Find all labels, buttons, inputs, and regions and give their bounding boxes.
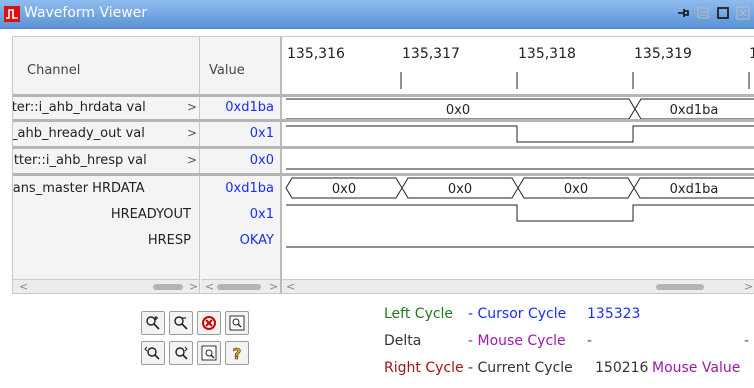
channel-value: 0xd1ba (225, 181, 274, 196)
scroll-thumb[interactable] (217, 284, 261, 290)
zoom-out-button[interactable] (169, 311, 193, 335)
value-column-header: Value (209, 63, 245, 78)
title-bar: Waveform Viewer (0, 0, 754, 29)
pin-icon[interactable] (676, 6, 690, 20)
mouse-value-readout: - (744, 333, 750, 349)
window-title: Waveform Viewer (24, 5, 148, 21)
scroll-left-arrow[interactable]: < (286, 280, 295, 293)
scroll-thumb[interactable] (656, 284, 704, 290)
channel-value: 0x0 (249, 153, 274, 168)
channel-value: OKAY (239, 233, 274, 248)
zoom-area-button[interactable] (197, 341, 221, 365)
current-cycle-label: - Current Cycle (468, 360, 573, 376)
channel-column-header: Channel (27, 63, 81, 78)
right-cycle-label: Right Cycle (384, 360, 464, 376)
channel-value: 0x1 (249, 207, 274, 222)
timeline-ticks (400, 72, 750, 89)
scroll-right-arrow[interactable]: > (189, 280, 198, 293)
channel-scrollbar[interactable]: < > (13, 279, 199, 293)
zoom-area-icon (201, 345, 217, 361)
scroll-left-arrow[interactable]: < (205, 280, 214, 293)
waveform-app-icon (4, 6, 20, 22)
maximize-icon[interactable] (716, 6, 730, 20)
stop-icon (202, 316, 216, 330)
channel-name: :rans_master HRDATA (13, 181, 145, 196)
scroll-right-arrow[interactable]: > (744, 280, 753, 293)
current-cycle-value: 150216 (595, 360, 649, 376)
delta-label: Delta (384, 333, 422, 349)
zoom-prev-icon (144, 346, 160, 360)
waveform-panel: Channel Value 135,316 135,317 135,318 13… (12, 36, 754, 294)
scroll-left-arrow[interactable]: < (19, 280, 28, 293)
channel-row[interactable]: itter::i_ahb_hrdata val > 0xd1ba (13, 95, 754, 121)
help-button[interactable]: ? (225, 341, 249, 365)
stop-button[interactable] (197, 311, 221, 335)
cursor-cycle-label: - Cursor Cycle (468, 306, 567, 322)
waveform-scrollbar[interactable]: < > (282, 279, 754, 293)
channel-name: :i_ahb_hready_out val > (13, 126, 197, 141)
channel-value: 0x1 (249, 126, 274, 141)
channel-row[interactable]: HRESP OKAY (13, 228, 754, 254)
zoom-in-icon (146, 316, 160, 330)
left-cycle-label: Left Cycle (384, 306, 454, 322)
mouse-cycle-label: - Mouse Cycle (468, 333, 566, 349)
zoom-in-button[interactable] (141, 311, 165, 335)
mouse-cycle-value: - (587, 333, 593, 349)
help-icon: ? (232, 345, 242, 362)
channel-value: 0xd1ba (225, 100, 274, 115)
channel-row[interactable]: ilitter::i_ahb_hresp val > 0x0 (13, 148, 754, 174)
mouse-value-label: Mouse Value (652, 360, 741, 376)
channel-name: HREADYOUT (110, 207, 191, 222)
channel-name: itter::i_ahb_hrdata val > (13, 100, 197, 115)
scroll-right-arrow[interactable]: > (269, 280, 278, 293)
zoom-fit-icon (229, 315, 245, 331)
scroll-thumb[interactable] (153, 284, 183, 290)
channel-name: HRESP (147, 233, 191, 248)
channel-row[interactable]: :i_ahb_hready_out val > 0x1 (13, 121, 754, 147)
zoom-next-button[interactable] (169, 341, 193, 365)
zoom-prev-button[interactable] (141, 341, 165, 365)
close-icon[interactable] (736, 6, 750, 20)
channel-name: ilitter::i_ahb_hresp val > (13, 153, 197, 168)
zoom-out-icon (174, 316, 188, 330)
zoom-fit-button[interactable] (225, 311, 249, 335)
channel-row[interactable]: HREADYOUT 0x1 (13, 202, 754, 228)
channel-row[interactable]: :rans_master HRDATA 0xd1ba (13, 176, 754, 202)
minimize-icon[interactable] (696, 6, 710, 20)
cursor-cycle-value: 135323 (587, 306, 641, 322)
svg-text:?: ? (233, 345, 242, 362)
zoom-next-icon (175, 346, 188, 360)
value-scrollbar[interactable]: < > (201, 279, 280, 293)
